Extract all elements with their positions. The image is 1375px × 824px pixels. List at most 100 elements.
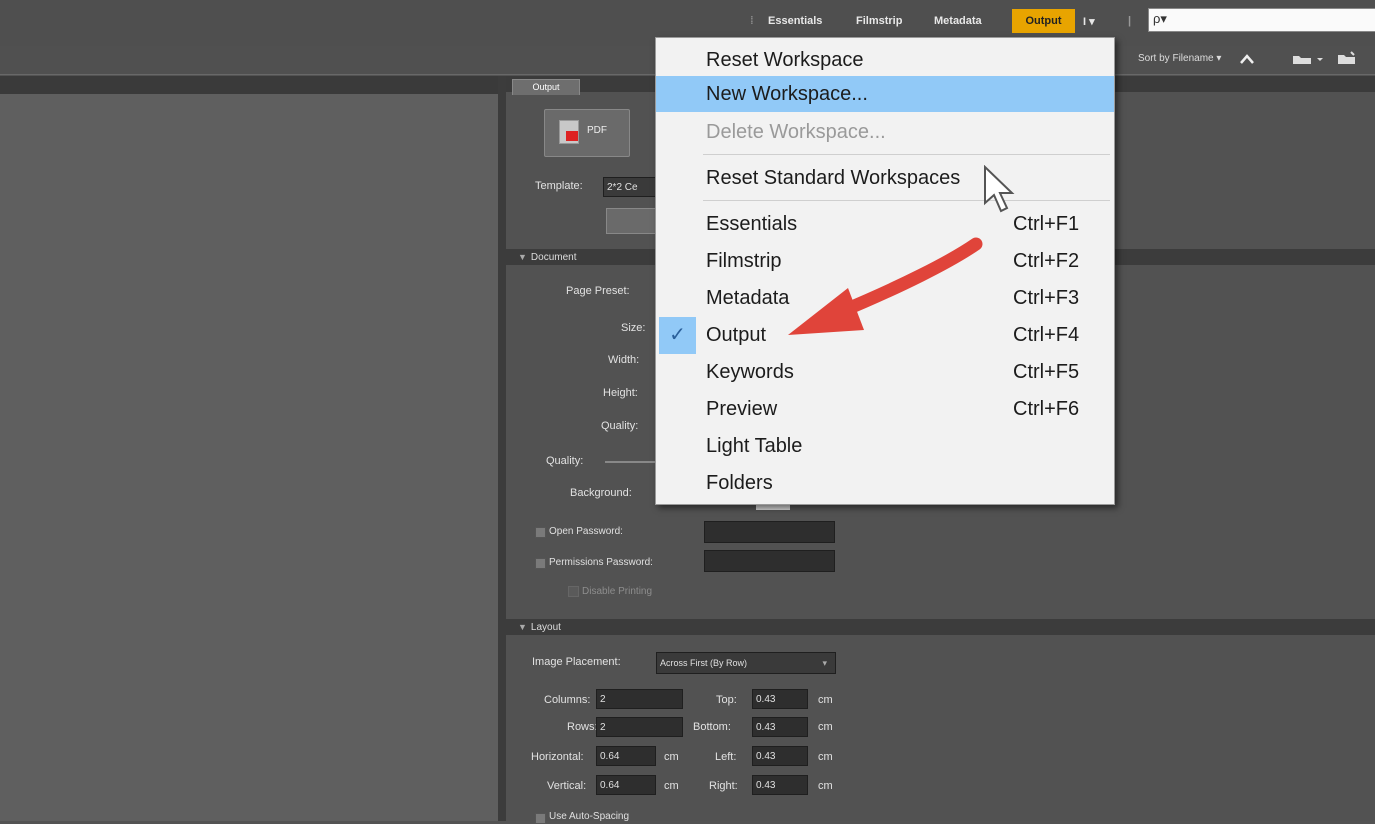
workspace-filmstrip[interactable]: Filmstrip	[856, 15, 902, 27]
menu-item-folders[interactable]: Folders	[656, 465, 1114, 501]
quality-label: Quality:	[601, 420, 639, 432]
pdf-icon	[559, 120, 579, 144]
workspace-output[interactable]: Output	[1012, 9, 1075, 33]
menu-item-label: Output	[706, 324, 767, 346]
menu-item-label: New Workspace...	[706, 83, 868, 105]
workspace-essentials[interactable]: Essentials	[768, 15, 822, 27]
content-pane-header	[0, 76, 498, 94]
search-icon: ρ▾	[1153, 11, 1167, 26]
menu-item-delete-workspace: Delete Workspace...	[656, 114, 1114, 150]
menu-item-shortcut: Ctrl+F2	[1013, 250, 1080, 272]
permissions-password-label: Permissions Password:	[549, 557, 653, 568]
vertical-input[interactable]: 0.64	[596, 775, 656, 795]
menu-item-shortcut: Ctrl+F5	[1013, 361, 1080, 383]
menu-item-label: Metadata	[706, 287, 790, 309]
open-password-checkbox[interactable]	[535, 527, 546, 538]
page-preset-label: Page Preset:	[566, 285, 630, 297]
template-select[interactable]: 2*2 Ce	[603, 177, 663, 197]
image-placement-label: Image Placement:	[532, 656, 621, 668]
horizontal-unit: cm	[664, 751, 679, 763]
auto-spacing-label: Use Auto-Spacing	[549, 811, 630, 822]
menu-item-label: Preview	[706, 398, 778, 420]
bottom-label: Bottom:	[693, 721, 731, 733]
image-placement-value: Across First (By Row)	[660, 658, 748, 668]
bottom-input[interactable]: 0.43	[752, 717, 808, 737]
quality-slider[interactable]	[605, 461, 655, 463]
permissions-password-checkbox[interactable]	[535, 558, 546, 569]
disable-printing-checkbox[interactable]	[568, 586, 579, 597]
image-placement-select[interactable]: Across First (By Row) ▾	[656, 652, 836, 674]
horizontal-input[interactable]: 0.64	[596, 746, 656, 766]
menu-item-shortcut: Ctrl+F3	[1013, 287, 1080, 309]
right-unit: cm	[818, 780, 833, 792]
separator-dots: ⁞	[750, 15, 754, 27]
vertical-unit: cm	[664, 780, 679, 792]
bottom-unit: cm	[818, 721, 833, 733]
horizontal-label: Horizontal:	[531, 751, 584, 763]
left-input[interactable]: 0.43	[752, 746, 808, 766]
document-header-label: Document	[530, 252, 577, 263]
checkmark-icon: ✓	[659, 317, 696, 354]
rows-label: Rows:	[567, 721, 598, 733]
menu-item-shortcut: Ctrl+F6	[1013, 398, 1080, 420]
menu-item-shortcut: Ctrl+F1	[1013, 213, 1080, 235]
left-unit: cm	[818, 751, 833, 763]
sort-dropdown[interactable]: Sort by Filename ▾	[1138, 53, 1221, 64]
menu-item-label: Filmstrip	[706, 250, 782, 272]
new-folder-icon[interactable]	[1336, 51, 1358, 65]
layout-header-label: Layout	[530, 622, 561, 633]
template-label: Template:	[535, 180, 583, 192]
rows-input[interactable]: 2	[596, 717, 683, 737]
chevron-down-icon: ▾	[822, 658, 827, 668]
menu-item-new-workspace[interactable]: New Workspace...	[656, 76, 1114, 112]
pdf-button-label: PDF	[587, 125, 607, 136]
menu-item-label: Keywords	[706, 361, 794, 383]
menu-item-label: Folders	[706, 472, 773, 494]
top-input[interactable]: 0.43	[752, 689, 808, 709]
right-label: Right:	[709, 780, 738, 792]
mouse-cursor-icon	[984, 165, 1015, 213]
workspace-more-dropdown[interactable]: I ▾	[1083, 15, 1095, 28]
vertical-label: Vertical:	[547, 780, 587, 792]
top-unit: cm	[818, 694, 833, 706]
auto-spacing-checkbox[interactable]	[535, 813, 546, 824]
collapse-triangle-icon: ▼	[518, 622, 527, 632]
columns-input[interactable]: 2	[596, 689, 683, 709]
menu-item-reset-standard-workspaces[interactable]: Reset Standard Workspaces	[656, 160, 1114, 196]
open-password-label: Open Password:	[549, 526, 623, 537]
annotation-arrow	[788, 237, 983, 335]
menu-item-light-table[interactable]: Light Table	[656, 428, 1114, 464]
top-label: Top:	[716, 694, 737, 706]
menu-item-label: Delete Workspace...	[706, 121, 886, 143]
folder-icon[interactable]	[1292, 53, 1332, 65]
workspace-metadata[interactable]: Metadata	[934, 15, 982, 27]
quality-slider-label: Quality:	[546, 455, 584, 467]
sort-ascending-icon[interactable]	[1237, 52, 1257, 66]
menu-item-preview[interactable]: Preview Ctrl+F6	[656, 391, 1114, 427]
size-label: Size:	[621, 322, 646, 334]
menu-item-label: Reset Standard Workspaces	[706, 167, 961, 189]
menu-item-label: Light Table	[706, 435, 803, 457]
height-label: Height:	[603, 387, 638, 399]
menu-item-keywords[interactable]: Keywords Ctrl+F5	[656, 354, 1114, 390]
menu-separator	[703, 200, 1110, 201]
columns-label: Columns:	[544, 694, 591, 706]
layout-section-header[interactable]: ▼ Layout	[506, 619, 1375, 635]
permissions-password-input[interactable]	[704, 550, 835, 572]
menu-separator	[703, 154, 1110, 155]
separator: |	[1128, 15, 1132, 27]
right-input[interactable]: 0.43	[752, 775, 808, 795]
menu-item-shortcut: Ctrl+F4	[1013, 324, 1080, 346]
tab-output[interactable]: Output	[512, 79, 580, 95]
search-input[interactable]: ρ▾	[1148, 8, 1375, 32]
width-label: Width:	[608, 354, 640, 366]
menu-item-reset-workspace[interactable]: Reset Workspace	[656, 42, 1114, 78]
menu-item-label: Reset Workspace	[706, 49, 864, 71]
pdf-button[interactable]: PDF	[544, 109, 630, 157]
left-label: Left:	[715, 751, 737, 763]
background-label: Background:	[570, 487, 632, 499]
collapse-triangle-icon: ▼	[518, 252, 527, 262]
content-pane	[0, 76, 498, 821]
panel-divider[interactable]	[498, 76, 506, 821]
open-password-input[interactable]	[704, 521, 835, 543]
